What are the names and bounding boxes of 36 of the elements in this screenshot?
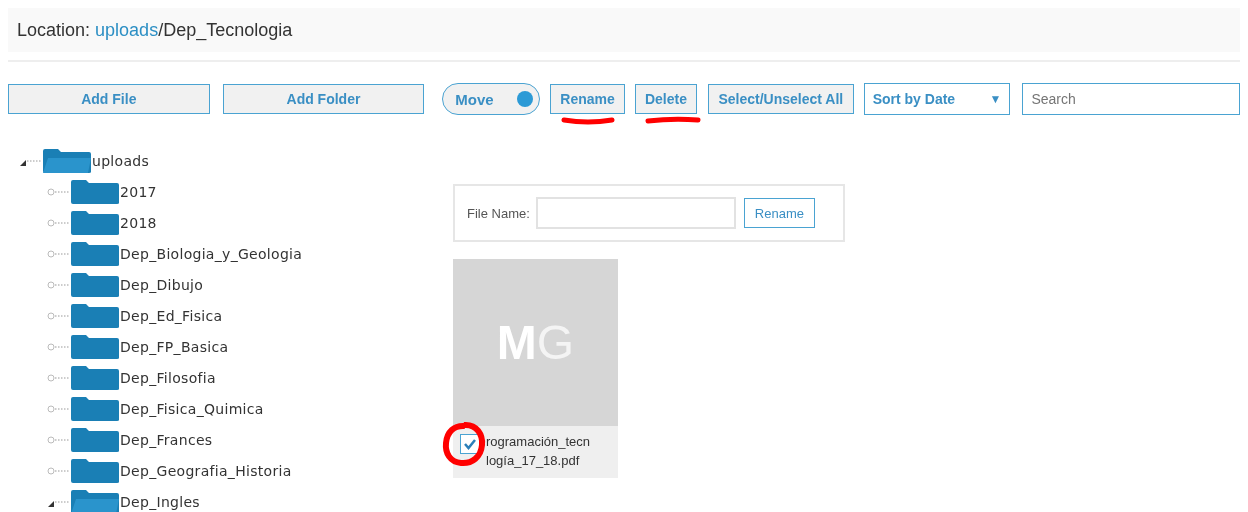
tree-item[interactable]: Dep_FP_Basica [120,338,229,355]
tree-item[interactable]: Dep_Ingles [120,493,200,510]
tree-item[interactable]: 2018 [120,214,157,231]
folder-icon [70,178,120,205]
location-label: Location: [17,19,92,41]
folder-icon [70,209,120,236]
sort-dropdown[interactable]: Sort by Date ▼ [863,83,1011,115]
tree-item[interactable]: Dep_Filosofia [120,369,216,386]
folder-icon [42,147,92,174]
search-field[interactable]: Search [1022,83,1241,115]
checkmark-icon [463,438,477,450]
rename-button[interactable]: Rename [743,198,815,228]
file-checkbox[interactable] [460,434,480,454]
tree-item[interactable]: uploads [92,152,150,169]
tree-item[interactable]: Dep_Biologia_y_Geologia [120,245,303,262]
folder-icon [70,333,120,360]
caret-icon: ▼ [989,92,1002,106]
path-text: /Dep_Tecnologia [158,19,293,41]
tree-item[interactable]: Dep_Fisica_Quimica [120,400,264,417]
path-link[interactable]: uploads [95,19,159,41]
folder-icon [70,271,120,298]
folder-icon [70,240,120,267]
tree-item[interactable]: Dep_Dibujo [120,276,204,293]
folder-icon [70,364,120,391]
tree-item[interactable]: 2017 [120,183,157,200]
file-name-field[interactable] [535,197,736,229]
folder-icon [70,426,120,453]
folder-icon [70,302,120,329]
file-name-label: File Name: [467,205,530,221]
tree-item[interactable]: Dep_Frances [120,431,213,448]
folder-icon [70,457,120,484]
folder-icon [70,395,120,422]
tree-item[interactable]: Dep_Ed_Fisica [120,307,223,324]
folder-icon [70,488,120,512]
file-name: rogramación_tecn logía_17_18.pdf [485,433,591,470]
tree-item[interactable]: Dep_Geografia_Historia [120,462,292,479]
